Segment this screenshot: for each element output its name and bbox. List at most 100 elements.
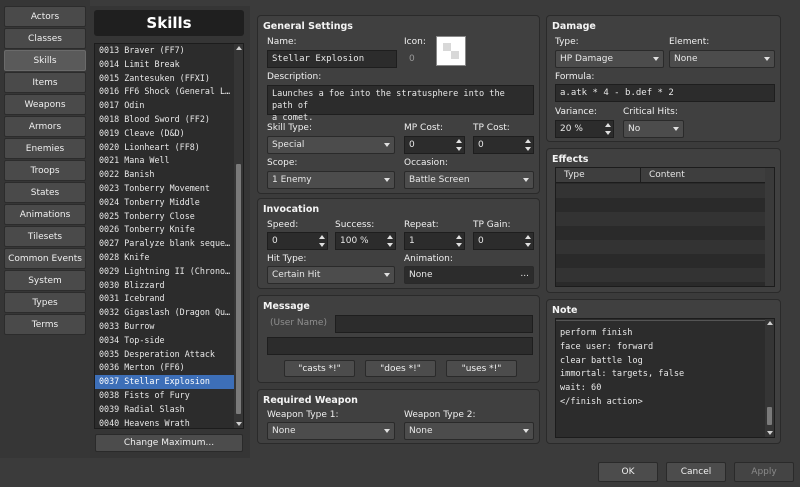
- animation-field[interactable]: None...: [404, 266, 534, 284]
- damage-type-select[interactable]: HP Damage: [555, 50, 664, 68]
- tab-armors[interactable]: Armors: [4, 116, 86, 137]
- tab-types[interactable]: Types: [4, 292, 86, 313]
- scope-select[interactable]: 1 Enemy: [267, 171, 395, 189]
- skill-type-select[interactable]: Special: [267, 136, 395, 154]
- variance-stepper[interactable]: 20 %: [555, 120, 614, 138]
- skill-list-item[interactable]: 0036 Merton (FF6): [95, 361, 235, 375]
- tp-gain-stepper[interactable]: 0: [473, 232, 534, 250]
- success-stepper[interactable]: 100 %: [335, 232, 396, 250]
- tab-common-events[interactable]: Common Events: [4, 248, 86, 269]
- skill-list-item[interactable]: 0039 Radial Slash: [95, 403, 235, 417]
- skill-list-item[interactable]: 0015 Zantesuken (FFXI): [95, 72, 235, 86]
- skill-list-item[interactable]: 0040 Heavens Wrath: [95, 417, 235, 428]
- weapon-type-1-select[interactable]: None: [267, 422, 395, 440]
- skill-list-item[interactable]: 0033 Burrow: [95, 320, 235, 334]
- skill-list-item[interactable]: 0037 Stellar Explosion: [95, 375, 235, 389]
- note-scroll-thumb[interactable]: [767, 407, 772, 425]
- cancel-button[interactable]: Cancel: [666, 462, 726, 482]
- does-button[interactable]: "does *!": [365, 360, 436, 377]
- description-textarea[interactable]: Launches a foe into the stratusphere int…: [267, 85, 534, 123]
- skill-list-item[interactable]: 0013 Braver (FF7): [95, 44, 235, 58]
- effects-row[interactable]: [556, 268, 766, 282]
- element-select[interactable]: None: [669, 50, 775, 68]
- effects-col-type[interactable]: Type: [564, 170, 585, 180]
- name-input[interactable]: Stellar Explosion: [267, 50, 397, 68]
- scroll-down-icon[interactable]: [236, 422, 242, 426]
- repeat-stepper[interactable]: 1: [404, 232, 465, 250]
- change-maximum-button[interactable]: Change Maximum...: [95, 434, 243, 452]
- skill-list-item[interactable]: 0023 Tonberry Movement: [95, 182, 235, 196]
- skill-list-item[interactable]: 0027 Paralyze blank seque…: [95, 237, 235, 251]
- spin-arrows-icon[interactable]: [456, 235, 462, 247]
- casts-button[interactable]: "casts *!": [284, 360, 355, 377]
- mp-cost-stepper[interactable]: 0: [404, 136, 465, 154]
- note-scrollbar[interactable]: [765, 319, 774, 437]
- formula-input[interactable]: a.atk * 4 - b.def * 2: [555, 84, 775, 102]
- tab-items[interactable]: Items: [4, 72, 86, 93]
- skill-list-item[interactable]: 0021 Mana Well: [95, 154, 235, 168]
- skill-list-item[interactable]: 0025 Tonberry Close: [95, 210, 235, 224]
- skills-scroll-thumb[interactable]: [236, 164, 241, 414]
- effects-row[interactable]: [556, 240, 766, 254]
- tp-cost-stepper[interactable]: 0: [473, 136, 534, 154]
- tab-weapons[interactable]: Weapons: [4, 94, 86, 115]
- skill-list-item[interactable]: 0029 Lightning II (Chrono…: [95, 265, 235, 279]
- tab-troops[interactable]: Troops: [4, 160, 86, 181]
- skill-list-item[interactable]: 0016 FF6 Shock (General L…: [95, 85, 235, 99]
- spin-arrows-icon[interactable]: [525, 139, 531, 151]
- skill-list-item[interactable]: 0034 Top-side: [95, 334, 235, 348]
- scroll-up-icon[interactable]: [236, 46, 242, 50]
- effects-col-content[interactable]: Content: [649, 170, 685, 180]
- message-line-1-input[interactable]: [335, 315, 533, 333]
- effects-row[interactable]: [556, 212, 766, 226]
- skill-list-item[interactable]: 0024 Tonberry Middle: [95, 196, 235, 210]
- note-textarea[interactable]: perform finish face user: forward clear ba…: [555, 318, 775, 438]
- hit-type-select[interactable]: Certain Hit: [267, 266, 395, 284]
- spin-arrows-icon[interactable]: [387, 235, 393, 247]
- skill-list-item[interactable]: 0038 Fists of Fury: [95, 389, 235, 403]
- tab-terms[interactable]: Terms: [4, 314, 86, 335]
- tab-system[interactable]: System: [4, 270, 86, 291]
- skill-list-item[interactable]: 0028 Knife: [95, 251, 235, 265]
- skill-list-item[interactable]: 0018 Blood Sword (FF2): [95, 113, 235, 127]
- tab-skills[interactable]: Skills: [4, 50, 86, 71]
- skill-list-item[interactable]: 0032 Gigaslash (Dragon Qu…: [95, 306, 235, 320]
- more-icon[interactable]: ...: [520, 269, 529, 279]
- tab-enemies[interactable]: Enemies: [4, 138, 86, 159]
- effects-table[interactable]: Type Content: [555, 167, 775, 287]
- skill-list-item[interactable]: 0014 Limit Break: [95, 58, 235, 72]
- uses-button[interactable]: "uses *!": [446, 360, 517, 377]
- skill-list-item[interactable]: 0031 Icebrand: [95, 292, 235, 306]
- skill-list-item[interactable]: 0017 Odin: [95, 99, 235, 113]
- scroll-down-icon[interactable]: [767, 431, 773, 435]
- spin-arrows-icon[interactable]: [456, 139, 462, 151]
- weapon-type-2-select[interactable]: None: [404, 422, 534, 440]
- tab-states[interactable]: States: [4, 182, 86, 203]
- spin-arrows-icon[interactable]: [319, 235, 325, 247]
- skill-list-item[interactable]: 0030 Blizzard: [95, 279, 235, 293]
- ok-button[interactable]: OK: [598, 462, 658, 482]
- skills-listbox[interactable]: 0013 Braver (FF7) 0014 Limit Break 0015 Za…: [94, 43, 244, 429]
- skill-list-item[interactable]: 0035 Desperation Attack: [95, 348, 235, 362]
- tab-classes[interactable]: Classes: [4, 28, 86, 49]
- effects-scrollbar[interactable]: [765, 168, 774, 286]
- skill-list-item[interactable]: 0019 Cleave (D&D): [95, 127, 235, 141]
- skill-type-value: Special: [272, 140, 305, 150]
- occasion-select[interactable]: Battle Screen: [404, 171, 534, 189]
- tab-actors[interactable]: Actors: [4, 6, 86, 27]
- skills-scrollbar[interactable]: [234, 44, 243, 428]
- skill-list-item[interactable]: 0026 Tonberry Knife: [95, 223, 235, 237]
- apply-button[interactable]: Apply: [734, 462, 794, 482]
- effects-row[interactable]: [556, 184, 766, 198]
- skill-list-item[interactable]: 0020 Lionheart (FF8): [95, 141, 235, 155]
- speed-stepper[interactable]: 0: [267, 232, 328, 250]
- icon-picker[interactable]: [436, 36, 466, 66]
- tab-animations[interactable]: Animations: [4, 204, 86, 225]
- spin-arrows-icon[interactable]: [605, 123, 611, 135]
- scroll-up-icon[interactable]: [767, 321, 773, 325]
- tab-tilesets[interactable]: Tilesets: [4, 226, 86, 247]
- spin-arrows-icon[interactable]: [525, 235, 531, 247]
- message-line-2-input[interactable]: [267, 337, 533, 355]
- skill-list-item[interactable]: 0022 Banish: [95, 168, 235, 182]
- critical-hits-select[interactable]: No: [623, 120, 684, 138]
